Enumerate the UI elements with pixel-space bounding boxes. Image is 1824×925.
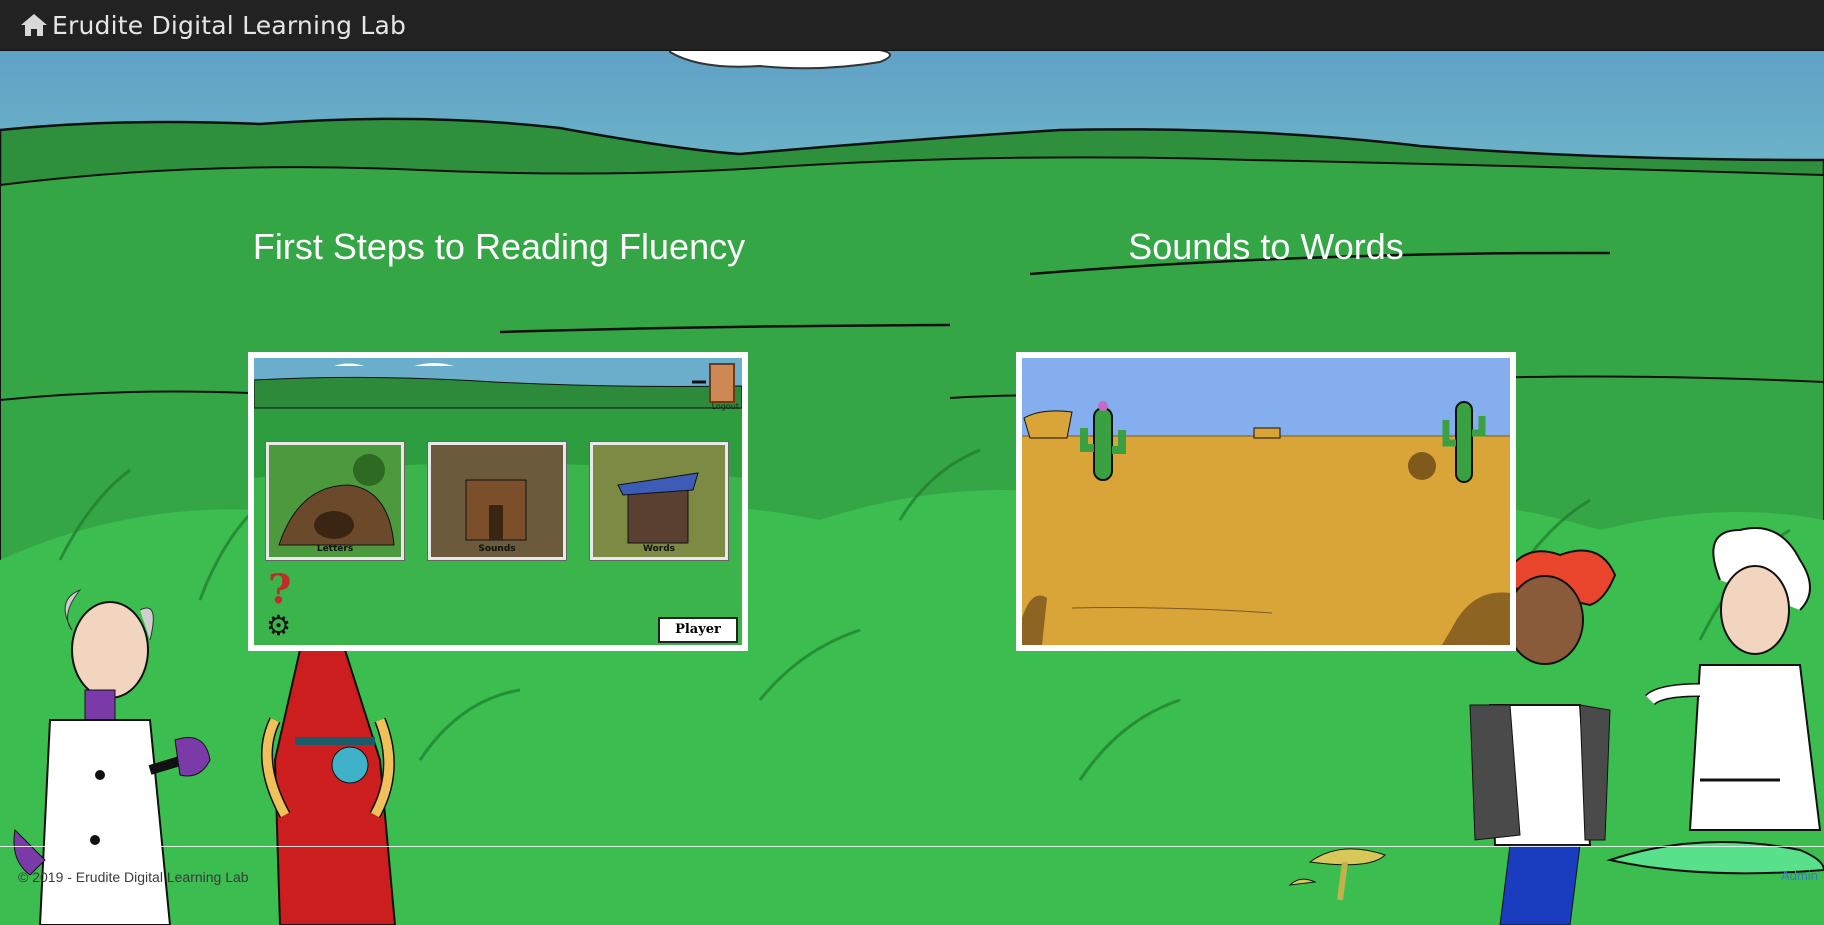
preview-tile-sounds-label: Sounds [478,544,516,554]
gear-icon: ⚙ [266,610,292,641]
hobbit-hole-icon [269,445,401,557]
home-link[interactable]: Erudite Digital Learning Lab [20,11,406,40]
preview-player-button: Player [658,617,738,643]
course-title-first-steps: First Steps to Reading Fluency [252,226,746,267]
wooden-shack-icon [431,445,563,557]
brand-name: Erudite Digital Learning Lab [52,10,407,40]
question-mark-icon: ? [268,566,292,613]
preview-tile-letters: Letters [266,442,404,560]
course-preview-first-steps: Logout Letters Sounds Words ? ⚙ Player [254,358,742,645]
course-preview-sounds-to-words [1022,358,1510,645]
desert-scene [1022,358,1510,645]
course-card-first-steps[interactable]: Logout Letters Sounds Words ? ⚙ Player [248,352,748,651]
top-navbar: Erudite Digital Learning Lab [0,0,1824,51]
workshop-icon [593,445,725,557]
footer-divider [0,846,1824,847]
course-card-sounds-to-words[interactable] [1016,352,1516,651]
footer-admin-link[interactable]: Admin [1781,868,1818,883]
preview-tile-sounds: Sounds [428,442,566,560]
course-title-sounds-to-words: Sounds to Words [1128,226,1404,267]
preview-logout-label: Logout [711,402,739,411]
preview-tile-words-label: Words [642,544,676,554]
preview-tile-words: Words [590,442,728,560]
preview-tile-letters-label: Letters [316,544,354,554]
home-icon [20,12,48,38]
footer-copyright: © 2019 - Erudite Digital Learning Lab [18,869,249,885]
